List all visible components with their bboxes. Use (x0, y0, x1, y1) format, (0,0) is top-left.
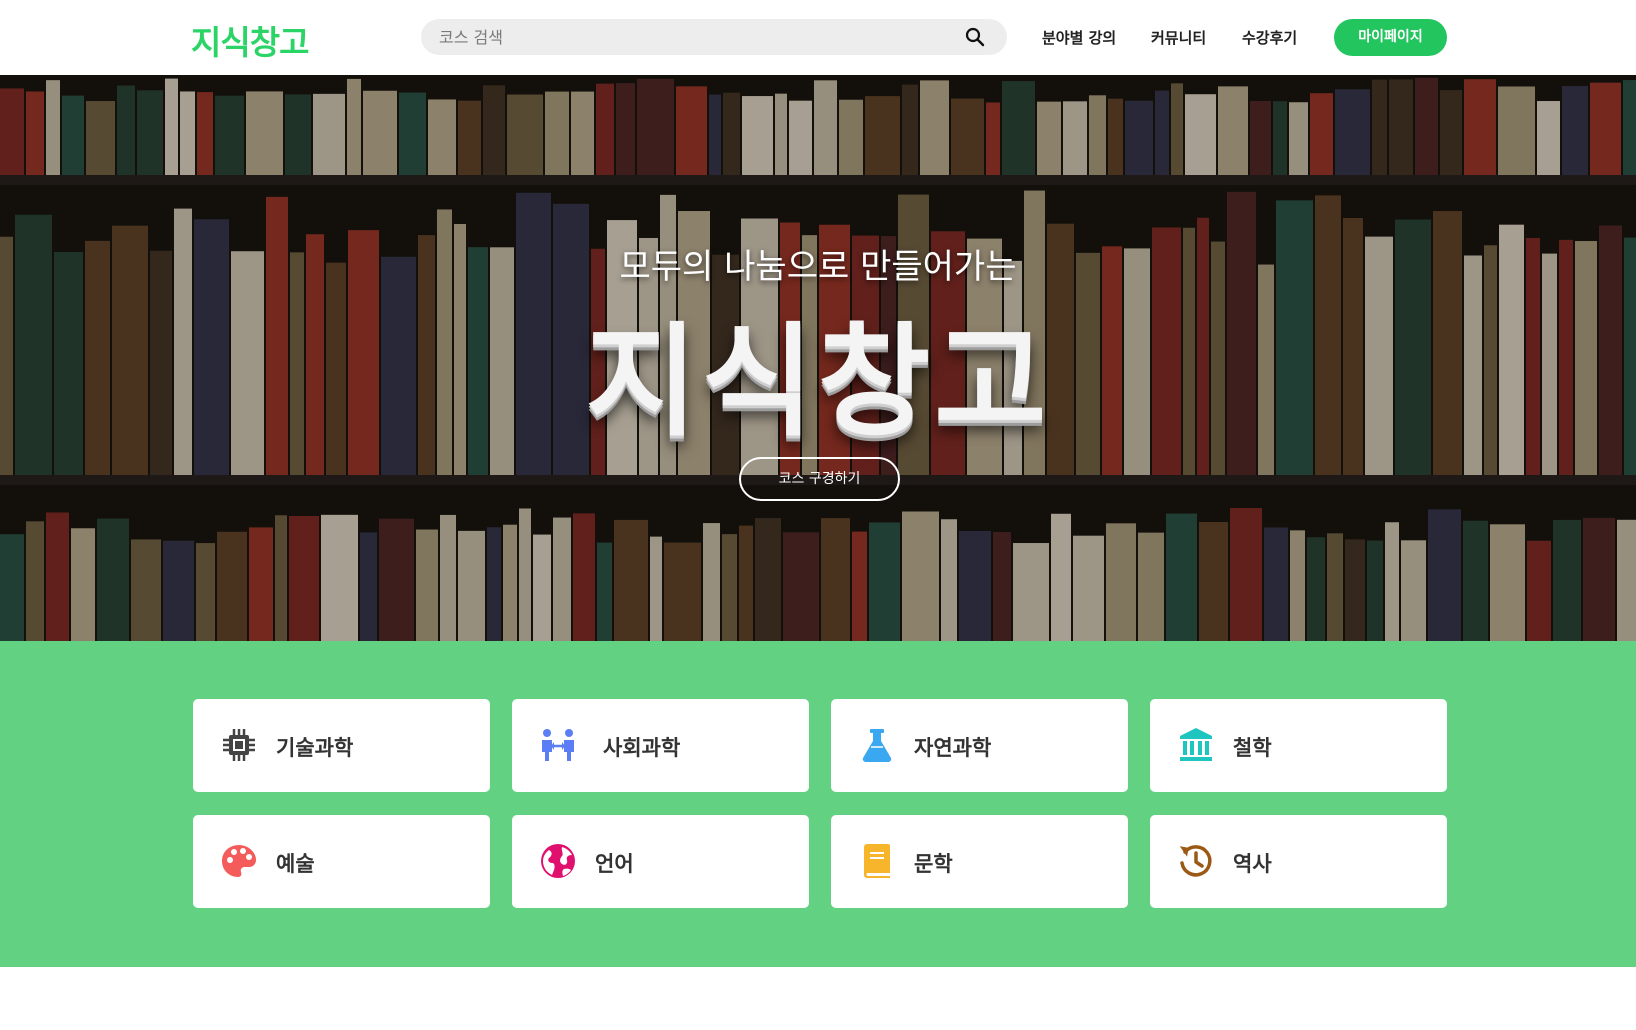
category-label: 언어 (595, 852, 634, 876)
building-columns-icon (1180, 728, 1212, 761)
nav-community[interactable]: 커뮤니티 (1151, 27, 1206, 48)
category-label: 자연과학 (914, 736, 992, 760)
browse-courses-button[interactable]: 코스 구경하기 (739, 457, 900, 501)
book-icon (864, 844, 890, 878)
hero-title: 지식창고 (585, 311, 1051, 453)
category-card-history[interactable]: 역사 (1150, 815, 1447, 908)
category-card-art[interactable]: 예술 (193, 815, 490, 908)
category-section: 기술과학 사회과학 자연과학 철학 예술 언어 문학 역사 (0, 641, 1636, 967)
nav-courses-by-field[interactable]: 분야별 강의 (1042, 27, 1116, 48)
history-icon (1179, 845, 1212, 877)
category-card-natural-science[interactable]: 자연과학 (831, 699, 1128, 792)
category-card-language[interactable]: 언어 (512, 815, 809, 908)
hero-subtitle: 모두의 나눔으로 만들어가는 (619, 247, 1017, 287)
flask-icon (862, 729, 892, 763)
category-label: 문학 (914, 852, 953, 876)
search-bar (421, 19, 1007, 55)
category-card-social-science[interactable]: 사회과학 (512, 699, 809, 792)
globe-icon (541, 844, 575, 878)
category-card-tech-science[interactable]: 기술과학 (193, 699, 490, 792)
category-label: 철학 (1233, 736, 1272, 760)
nav-reviews[interactable]: 수강후기 (1242, 27, 1297, 48)
search-icon[interactable] (965, 27, 985, 47)
category-label: 예술 (276, 852, 315, 876)
people-icon (542, 729, 574, 761)
category-label: 기술과학 (276, 736, 354, 760)
top-header: 지식창고 분야별 강의 커뮤니티 수강후기 마이페이지 (0, 0, 1636, 75)
category-label: 사회과학 (603, 736, 681, 760)
site-logo[interactable]: 지식창고 (191, 16, 309, 64)
palette-icon (222, 845, 256, 877)
chip-icon (223, 729, 255, 761)
hero-banner: 모두의 나눔으로 만들어가는 지식창고 코스 구경하기 (0, 75, 1636, 641)
category-card-literature[interactable]: 문학 (831, 815, 1128, 908)
category-label: 역사 (1233, 852, 1272, 876)
search-input[interactable] (439, 19, 949, 55)
category-card-philosophy[interactable]: 철학 (1150, 699, 1447, 792)
mypage-button[interactable]: 마이페이지 (1334, 19, 1447, 56)
